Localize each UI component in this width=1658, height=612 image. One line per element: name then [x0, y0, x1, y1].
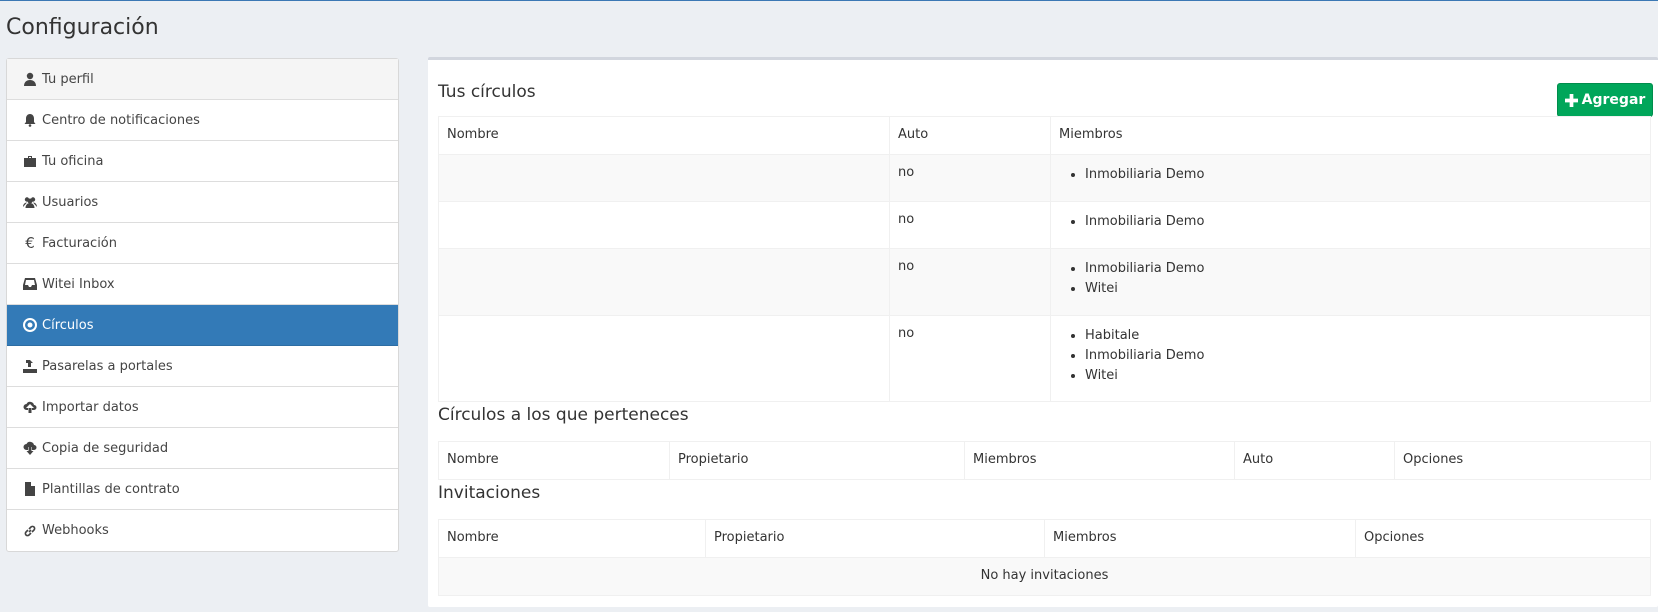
add-circle-button[interactable]: Agregar [1557, 83, 1653, 117]
cell-auto: no [889, 248, 1051, 316]
sidebar-item-label: Círculos [42, 317, 94, 333]
circle-dot-icon [21, 318, 39, 332]
table-row[interactable]: no Inmobiliaria Demo Witei [438, 248, 1651, 316]
table-row[interactable]: no Inmobiliaria Demo [438, 154, 1651, 202]
member-item: Inmobiliaria Demo [1085, 165, 1642, 185]
column-header-name[interactable]: Nombre [438, 441, 670, 480]
column-header-options[interactable]: Opciones [1394, 441, 1651, 480]
cell-auto: no [889, 201, 1051, 249]
sidebar-item-circles[interactable]: Círculos [7, 305, 398, 346]
sidebar-item-label: Importar datos [42, 399, 139, 415]
invitations-title: Invitaciones [438, 483, 541, 503]
empty-row: No hay invitaciones [438, 557, 1651, 596]
empty-message: No hay invitaciones [438, 557, 1651, 596]
column-header-auto[interactable]: Auto [1234, 441, 1395, 480]
user-icon [21, 72, 39, 86]
cell-auto: no [889, 315, 1051, 402]
sidebar-item-portals[interactable]: Pasarelas a portales [7, 346, 398, 387]
page-title: Configuración [6, 15, 159, 40]
cell-members: Inmobiliaria Demo Witei [1050, 248, 1651, 316]
briefcase-icon [21, 154, 39, 168]
column-header-owner[interactable]: Propietario [705, 519, 1045, 558]
sidebar-item-billing[interactable]: € Facturación [7, 223, 398, 264]
users-icon [21, 195, 39, 209]
column-header-name[interactable]: Nombre [438, 519, 706, 558]
upload-tray-icon [21, 359, 39, 373]
euro-icon: € [25, 234, 35, 252]
sidebar-item-label: Plantillas de contrato [42, 481, 180, 497]
table-row[interactable]: no Habitale Inmobiliaria Demo Witei [438, 315, 1651, 402]
circles-panel: Tus círculos Agregar Nombre Auto Miembro… [428, 57, 1658, 607]
cell-name [438, 248, 890, 316]
column-header-auto[interactable]: Auto [889, 116, 1051, 155]
cell-auto: no [889, 154, 1051, 202]
your-circles-table: Nombre Auto Miembros no Inmobiliaria Dem… [438, 116, 1651, 402]
column-header-members[interactable]: Miembros [1050, 116, 1651, 155]
cell-name [438, 154, 890, 202]
add-button-label: Agregar [1581, 92, 1646, 108]
belongs-circles-title: Círculos a los que perteneces [438, 405, 689, 425]
cell-members: Inmobiliaria Demo [1050, 154, 1651, 202]
sidebar-item-label: Copia de seguridad [42, 440, 169, 456]
column-header-name[interactable]: Nombre [438, 116, 890, 155]
cell-name [438, 201, 890, 249]
member-item: Witei [1085, 279, 1642, 299]
inbox-icon [21, 277, 39, 291]
plus-icon [1564, 93, 1578, 107]
sidebar-item-label: Pasarelas a portales [42, 358, 173, 374]
member-item: Witei [1085, 366, 1642, 386]
cloud-download-icon [21, 441, 39, 455]
cell-name [438, 315, 890, 402]
column-header-members[interactable]: Miembros [1044, 519, 1356, 558]
member-item: Inmobiliaria Demo [1085, 346, 1642, 366]
bell-icon [21, 113, 39, 127]
sidebar-item-profile[interactable]: Tu perfil [7, 59, 398, 100]
sidebar-item-import[interactable]: Importar datos [7, 387, 398, 428]
member-item: Inmobiliaria Demo [1085, 212, 1642, 232]
sidebar-item-users[interactable]: Usuarios [7, 182, 398, 223]
cell-members: Inmobiliaria Demo [1050, 201, 1651, 249]
column-header-members[interactable]: Miembros [964, 441, 1235, 480]
sidebar-item-inbox[interactable]: Witei Inbox [7, 264, 398, 305]
sidebar-item-label: Facturación [42, 235, 117, 251]
settings-sidebar: Tu perfil Centro de notificaciones Tu of… [6, 58, 399, 552]
sidebar-item-label: Webhooks [42, 523, 109, 538]
member-item: Inmobiliaria Demo [1085, 259, 1642, 279]
sidebar-item-label: Centro de notificaciones [42, 112, 200, 128]
table-row[interactable]: no Inmobiliaria Demo [438, 201, 1651, 249]
sidebar-item-backup[interactable]: Copia de seguridad [7, 428, 398, 469]
sidebar-item-label: Usuarios [42, 194, 99, 210]
cloud-upload-icon [21, 400, 39, 414]
your-circles-title: Tus círculos [438, 82, 536, 102]
link-icon [21, 524, 39, 538]
file-icon [21, 482, 39, 496]
column-header-options[interactable]: Opciones [1355, 519, 1651, 558]
member-item: Habitale [1085, 326, 1642, 346]
sidebar-item-office[interactable]: Tu oficina [7, 141, 398, 182]
sidebar-item-label: Tu perfil [42, 71, 94, 87]
sidebar-item-contract-templates[interactable]: Plantillas de contrato [7, 469, 398, 510]
sidebar-item-webhooks[interactable]: Webhooks [7, 510, 398, 551]
sidebar-item-label: Witei Inbox [42, 276, 115, 292]
cell-members: Habitale Inmobiliaria Demo Witei [1050, 315, 1651, 402]
column-header-owner[interactable]: Propietario [669, 441, 965, 480]
invitations-table: Nombre Propietario Miembros Opciones No … [438, 519, 1651, 596]
sidebar-item-notifications[interactable]: Centro de notificaciones [7, 100, 398, 141]
sidebar-item-label: Tu oficina [42, 153, 104, 169]
belongs-circles-table: Nombre Propietario Miembros Auto Opcione… [438, 441, 1651, 480]
